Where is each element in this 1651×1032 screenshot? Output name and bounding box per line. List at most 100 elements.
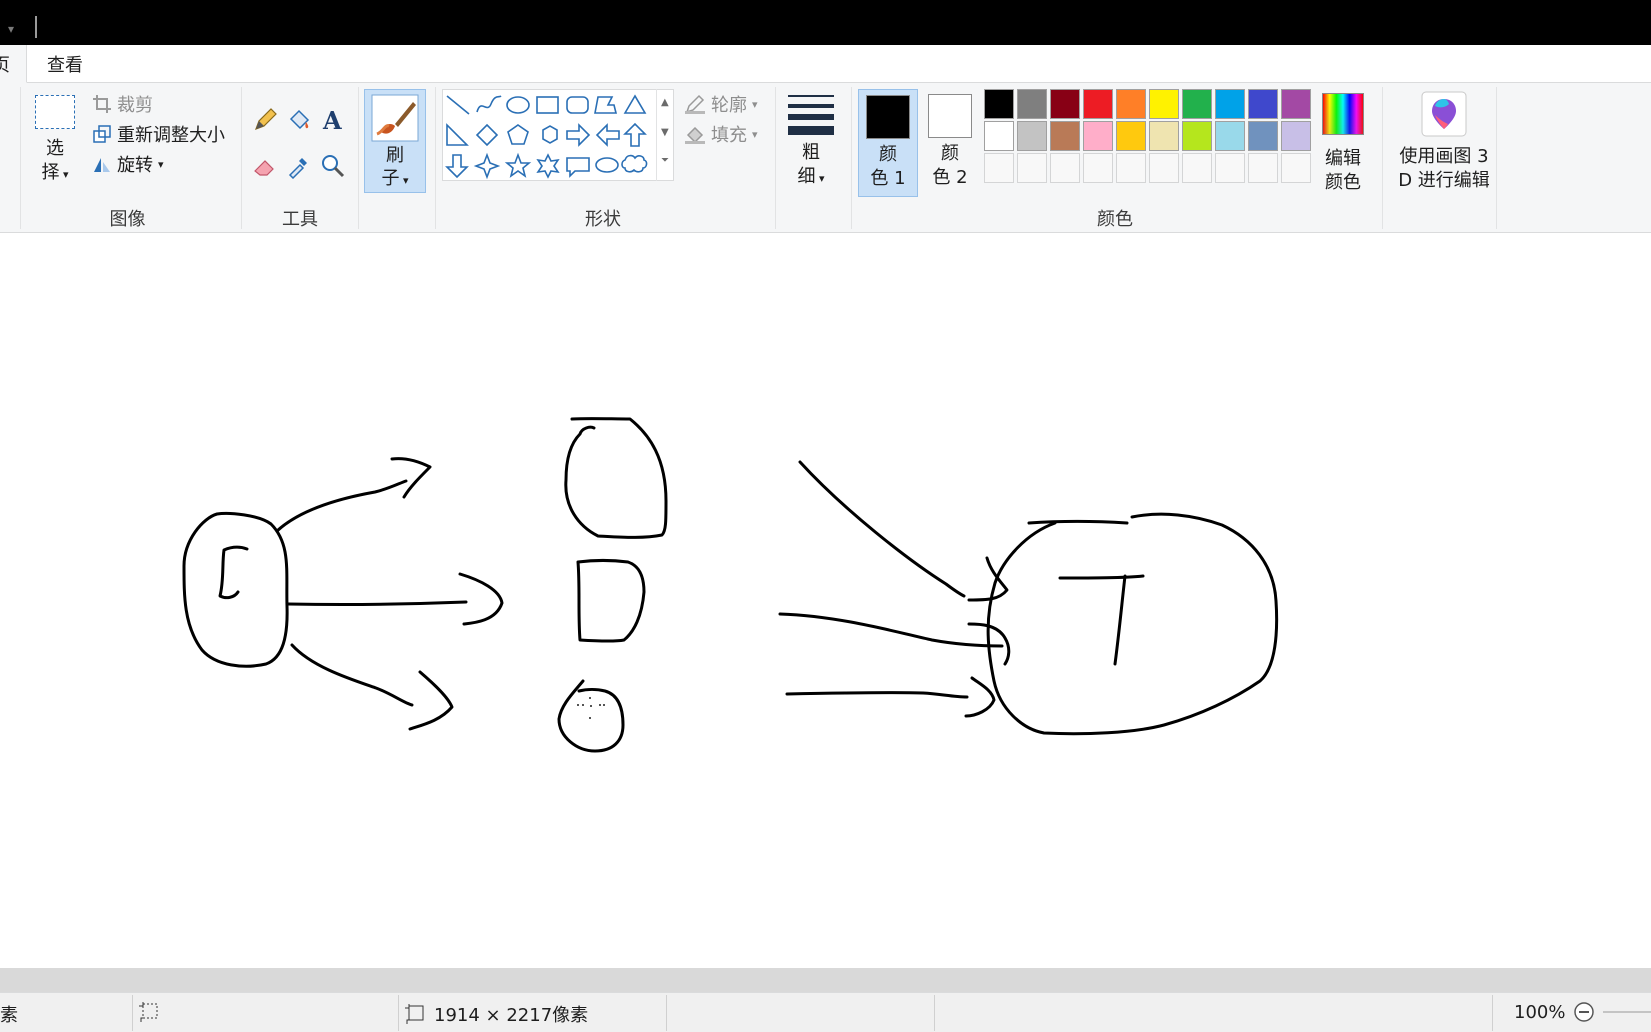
- gallery-up-icon[interactable]: ▲: [661, 97, 669, 108]
- palette-color-swatch[interactable]: [1050, 121, 1080, 151]
- status-left-partial: 素: [0, 1005, 18, 1026]
- color2-label-2: 色 2: [932, 167, 968, 188]
- fill-dropdown-icon: ▾: [752, 127, 758, 141]
- paint3d-label-2: D 进行编辑: [1398, 170, 1490, 191]
- palette-custom-slot[interactable]: [1248, 153, 1278, 183]
- status-separator: [132, 995, 133, 1031]
- right-shape-top-edge: [1027, 520, 1129, 525]
- color2-button[interactable]: 颜 色 2: [920, 89, 980, 197]
- palette-color-swatch[interactable]: [984, 89, 1014, 119]
- zoom-level: 100%: [1514, 1001, 1566, 1023]
- zoom-slider-track[interactable]: [1603, 1011, 1651, 1013]
- palette-color-swatch[interactable]: [1215, 121, 1245, 151]
- rotate-button[interactable]: 旋转 ▾: [92, 151, 164, 177]
- svg-text:A: A: [322, 107, 342, 133]
- palette-custom-slot[interactable]: [1083, 153, 1113, 183]
- triangle-shape-icon: [623, 94, 647, 114]
- color1-swatch: [866, 95, 910, 139]
- gallery-down-icon[interactable]: ▼: [661, 127, 669, 138]
- palette-custom-slot[interactable]: [1050, 153, 1080, 183]
- palette-color-swatch[interactable]: [1050, 89, 1080, 119]
- left-rounded-shape: [182, 511, 289, 668]
- crop-button[interactable]: 裁剪: [92, 91, 153, 117]
- palette-custom-slot[interactable]: [984, 153, 1014, 183]
- s-letter: [218, 545, 249, 600]
- magnifier-icon[interactable]: [320, 153, 346, 179]
- palette-color-swatch[interactable]: [1083, 121, 1113, 151]
- quick-access-dropdown-icon[interactable]: ▾: [8, 22, 14, 36]
- outline-button[interactable]: 轮廓 ▾: [684, 91, 758, 117]
- shapes-gallery-scroll[interactable]: ▲ ▼ ⏷: [656, 89, 675, 181]
- curve-shape-icon: [476, 95, 502, 113]
- text-icon[interactable]: A: [320, 107, 346, 133]
- palette-color-swatch[interactable]: [1182, 121, 1212, 151]
- palette-color-swatch[interactable]: [1083, 89, 1113, 119]
- palette-color-swatch[interactable]: [1116, 89, 1146, 119]
- crop-icon: [93, 95, 111, 113]
- palette-color-swatch[interactable]: [1248, 89, 1278, 119]
- resize-icon: [93, 125, 111, 143]
- resize-button[interactable]: 重新调整大小: [92, 121, 225, 147]
- status-separator: [666, 995, 667, 1031]
- palette-color-swatch[interactable]: [1149, 121, 1179, 151]
- fill-label: 填充: [711, 125, 747, 146]
- right-big-shape: [986, 512, 1279, 736]
- group-separator: [241, 87, 242, 229]
- lower-right-arrow: [785, 691, 969, 699]
- edit-with-paint3d-button[interactable]: 使用画图 3 D 进行编辑: [1388, 91, 1500, 193]
- edit-colors-button[interactable]: 编辑 颜色: [1312, 91, 1374, 195]
- rectangle-shape-icon: [536, 96, 559, 114]
- zoom-out-icon[interactable]: [1573, 1001, 1595, 1023]
- tab-home[interactable]: 页: [0, 45, 27, 83]
- palette-color-swatch[interactable]: [984, 121, 1014, 151]
- palette-color-swatch[interactable]: [1017, 121, 1047, 151]
- palette-custom-slot[interactable]: [1182, 153, 1212, 183]
- rotate-dropdown-icon: ▾: [158, 157, 164, 171]
- eraser-icon[interactable]: [252, 153, 278, 179]
- t-letter-bar: [1058, 574, 1145, 580]
- palette-color-swatch[interactable]: [1017, 89, 1047, 119]
- color1-button[interactable]: 颜 色 1: [858, 89, 918, 197]
- palette-color-swatch[interactable]: [1182, 89, 1212, 119]
- outline-dropdown-icon: ▾: [752, 97, 758, 111]
- paint3d-label-1: 使用画图 3: [1399, 146, 1489, 167]
- select-button[interactable]: 选 择 ▾: [30, 91, 80, 187]
- outline-label: 轮廓: [711, 95, 747, 116]
- select-label-1: 选: [46, 138, 64, 159]
- gallery-expand-icon[interactable]: ⏷: [661, 155, 669, 166]
- status-separator: [1492, 995, 1493, 1031]
- palette-custom-slot[interactable]: [1116, 153, 1146, 183]
- palette-color-swatch[interactable]: [1116, 121, 1146, 151]
- color-picker-icon[interactable]: [286, 153, 312, 179]
- palette-custom-slot[interactable]: [1017, 153, 1047, 183]
- image-group-label: 图像: [109, 209, 146, 230]
- palette-color-swatch[interactable]: [1149, 89, 1179, 119]
- brushes-button[interactable]: 刷 子 ▾: [364, 89, 426, 193]
- palette-custom-slot[interactable]: [1215, 153, 1245, 183]
- palette-custom-slot[interactable]: [1149, 153, 1179, 183]
- drawing-canvas[interactable]: [0, 233, 1651, 968]
- fill-button[interactable]: 填充 ▾: [684, 121, 758, 147]
- ribbon: 选 择 ▾ 裁剪 重新调整大小 旋转 ▾ 图像 A 工具 刷 子 ▾ ▲ ▼ ⏷…: [0, 83, 1651, 233]
- lower-arrow-head: [408, 670, 454, 731]
- up-arrow-shape-icon: [623, 122, 647, 147]
- size-button[interactable]: 粗 细 ▾: [783, 91, 839, 191]
- palette-custom-slot[interactable]: [1281, 153, 1311, 183]
- select-rect-icon: [35, 95, 75, 129]
- fill-bucket-icon[interactable]: [286, 107, 312, 133]
- palette-color-swatch[interactable]: [1215, 89, 1245, 119]
- tab-home-label: 页: [0, 55, 10, 76]
- palette-color-swatch[interactable]: [1281, 89, 1311, 119]
- top-middle-shape: [564, 417, 668, 539]
- five-point-star-shape-icon: [504, 152, 532, 178]
- tiny-dots: [577, 697, 605, 719]
- select-label-2: 择 ▾: [41, 162, 69, 183]
- palette-color-swatch[interactable]: [1281, 121, 1311, 151]
- palette-color-swatch[interactable]: [1248, 121, 1278, 151]
- pencil-icon[interactable]: [252, 107, 278, 133]
- quick-access-separator: [35, 16, 37, 38]
- rotate-icon: [94, 158, 110, 172]
- lower-right-arrow-head: [964, 676, 996, 718]
- horizontal-scrollbar[interactable]: [0, 968, 1651, 992]
- tab-view[interactable]: 查看: [47, 51, 83, 77]
